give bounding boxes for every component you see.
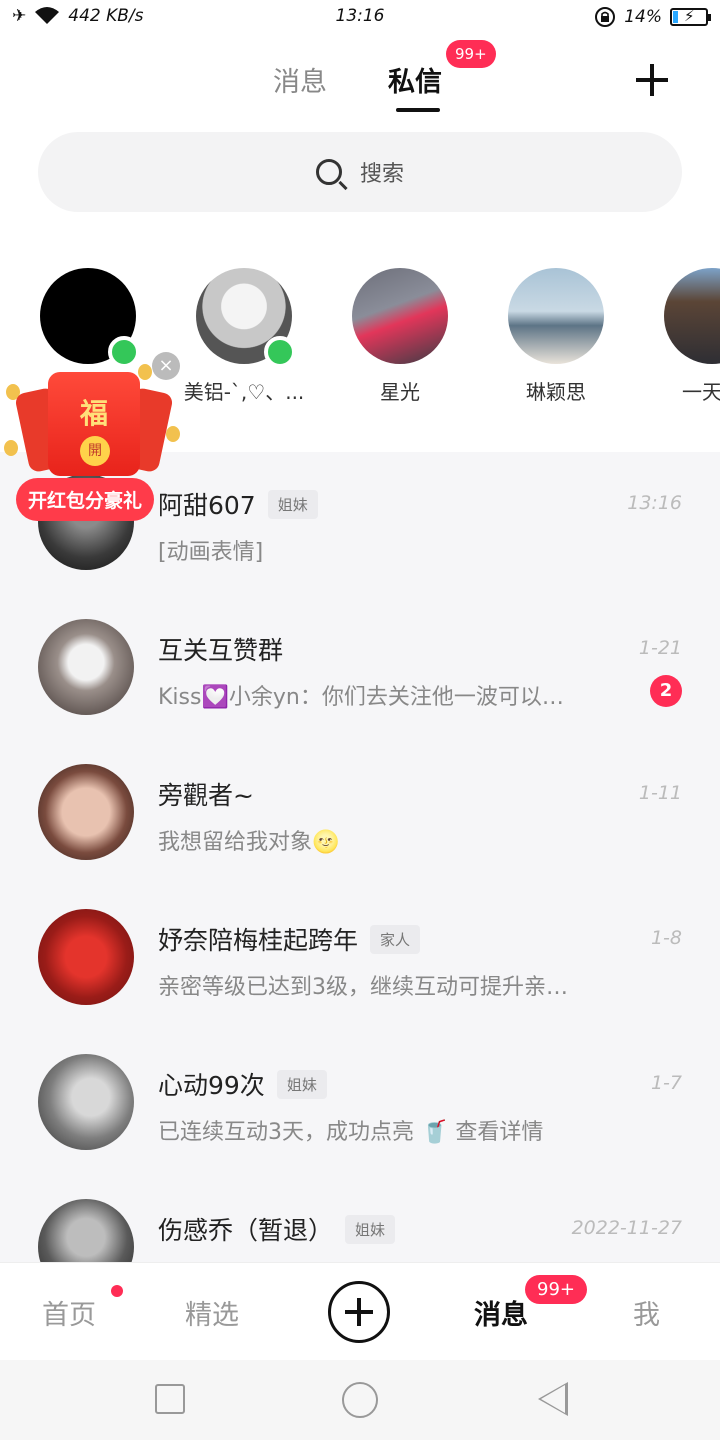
relationship-tag: 姐妹	[267, 489, 318, 519]
coin-icon	[4, 440, 18, 456]
open-seal: 開	[80, 436, 110, 466]
add-icon[interactable]	[630, 58, 674, 102]
conversation-name: 伤感乔（暂退）	[158, 1216, 334, 1245]
relationship-tag: 姐妹	[345, 1214, 396, 1244]
conversation-time: 1-21	[638, 637, 682, 659]
avatar	[664, 268, 720, 364]
unread-count-badge: 2	[650, 675, 682, 707]
rotation-lock-icon	[595, 7, 616, 27]
tab-news[interactable]: 消息	[273, 60, 327, 99]
avatar	[38, 619, 134, 715]
conversation-preview: 亲密等级已达到3级，继续互动可提升亲…	[158, 975, 568, 1000]
back-icon[interactable]	[538, 1382, 568, 1416]
conversation-name: 互关互赞群	[158, 636, 284, 665]
avatar	[38, 1054, 134, 1150]
search-input[interactable]: 搜索	[38, 132, 682, 212]
friend-name: 琳颖思	[526, 380, 586, 404]
coin-icon	[138, 364, 152, 380]
relationship-tag: 家人	[370, 924, 421, 954]
coin-icon	[166, 426, 180, 442]
nav-home[interactable]: 首页	[42, 1293, 96, 1332]
avatar	[38, 1199, 134, 1262]
conversation-item[interactable]: 伤感乔（暂退） 姐妹 2022-11-27	[0, 1177, 720, 1262]
bottom-nav: 首页 精选 消息 99+ 我	[0, 1262, 720, 1360]
friend-item[interactable]: 星光	[330, 268, 470, 405]
messages-badge: 99+	[525, 1275, 587, 1304]
online-indicator	[264, 336, 296, 368]
avatar	[38, 909, 134, 1005]
create-post-button[interactable]	[328, 1281, 390, 1343]
relationship-tag: 姐妹	[276, 1069, 327, 1099]
conversation-name-row: 伤感乔（暂退） 姐妹	[158, 1211, 396, 1247]
search-placeholder: 搜索	[359, 162, 404, 187]
active-tab-indicator	[396, 108, 440, 112]
conversation-list: 阿甜607 姐妹 13:16 [动画表情] 互关互赞群 1-21 Kiss💟小余…	[0, 452, 720, 1262]
nav-me[interactable]: 我	[633, 1293, 660, 1332]
system-navigation-bar	[0, 1360, 720, 1440]
battery-icon: ⚡	[670, 7, 711, 26]
conversation-item[interactable]: 心动99次 姐妹 1-7 已连续互动3天，成功点亮 🥤 查看详情	[0, 1032, 720, 1177]
nav-featured[interactable]: 精选	[185, 1293, 239, 1332]
conversation-name-row: 心动99次 姐妹	[158, 1066, 327, 1102]
conversation-name-row: 旁觀者~	[158, 776, 254, 812]
notification-dot	[111, 1285, 123, 1297]
conversation-item[interactable]: 妤奈陪梅桂起跨年 家人 1-8 亲密等级已达到3级，继续互动可提升亲…	[0, 887, 720, 1032]
friend-item[interactable]: 一天八	[642, 268, 720, 405]
top-tabs: 消息 私信 99+	[0, 40, 720, 120]
conversation-name: 心动99次	[158, 1071, 265, 1100]
avatar	[352, 268, 448, 364]
friend-name: 一天八	[682, 380, 720, 404]
home-icon[interactable]	[342, 1382, 378, 1418]
status-bar: ✈ 442 KB/s 13:16 14% ⚡	[0, 0, 720, 36]
friend-item[interactable]: 琳颖思	[486, 268, 626, 405]
conversation-preview: Kiss💟小余yn：你们去关注他一波可以…	[158, 685, 564, 710]
red-packet-widget[interactable]: 福 開 开红包分豪礼 ×	[0, 340, 190, 521]
conversation-time: 1-8	[650, 927, 682, 949]
close-icon[interactable]: ×	[152, 352, 180, 380]
tab-direct-messages[interactable]: 私信	[388, 60, 442, 99]
battery-percent: 14%	[624, 7, 662, 27]
recent-apps-icon[interactable]	[155, 1384, 185, 1414]
conversation-time: 1-11	[638, 782, 682, 804]
search-icon	[315, 159, 342, 185]
conversation-item[interactable]: 互关互赞群 1-21 Kiss💟小余yn：你们去关注他一波可以… 2	[0, 597, 720, 742]
status-right: 14% ⚡	[594, 6, 711, 28]
conversation-time: 2022-11-27	[571, 1217, 682, 1239]
avatar	[196, 268, 296, 368]
friend-name: 美铝-`,♡、...	[183, 380, 305, 404]
conversation-time: 13:16	[627, 492, 682, 514]
red-envelope-icon: 福 開	[48, 372, 140, 476]
avatar	[38, 764, 134, 860]
conversation-item[interactable]: 旁觀者~ 1-11 我想留给我对象🌝	[0, 742, 720, 887]
red-packet-label: 开红包分豪礼	[16, 478, 155, 521]
conversation-name: 旁觀者~	[158, 781, 254, 810]
conversation-preview: 已连续互动3天，成功点亮 🥤 查看详情	[158, 1120, 544, 1145]
conversation-name-row: 妤奈陪梅桂起跨年 家人	[158, 921, 421, 957]
conversation-name-row: 互关互赞群	[158, 631, 283, 667]
fu-character: 福	[79, 397, 108, 430]
nav-messages[interactable]: 消息	[474, 1293, 528, 1332]
conversation-name: 妤奈陪梅桂起跨年	[158, 926, 359, 955]
conversation-preview: [动画表情]	[158, 540, 264, 565]
dm-unread-badge: 99+	[446, 40, 496, 68]
conversation-time: 1-7	[650, 1072, 682, 1094]
avatar	[508, 268, 604, 364]
friend-name: 星光	[380, 380, 420, 404]
friend-item[interactable]: 美铝-`,♡、...	[174, 268, 314, 405]
conversation-preview: 我想留给我对象🌝	[158, 830, 340, 855]
